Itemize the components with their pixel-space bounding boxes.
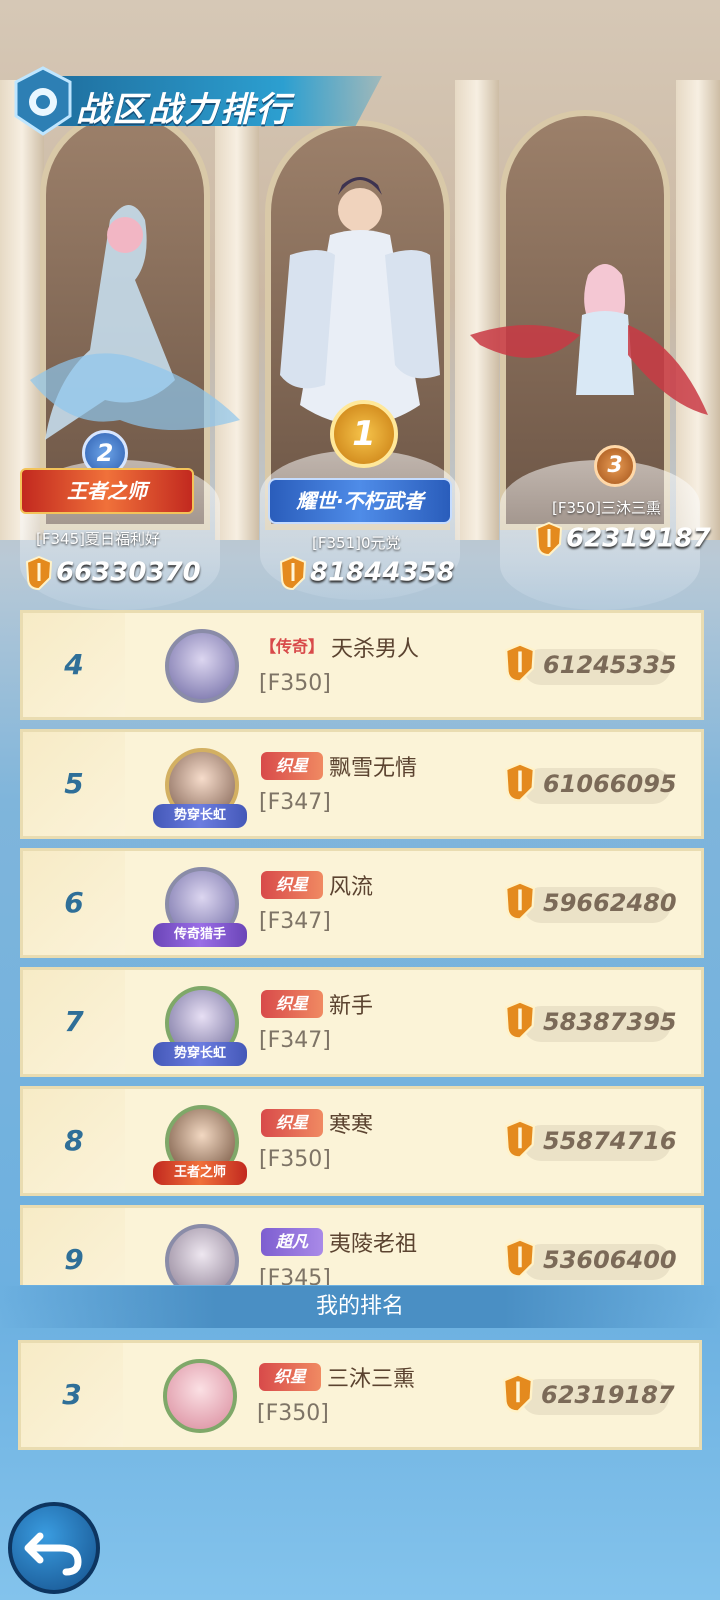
shield-sword-icon bbox=[536, 522, 562, 556]
server-tag: [F350] bbox=[259, 1147, 331, 1172]
score-value: 58387395 bbox=[543, 1008, 677, 1036]
my-rank-header: 我的排名 bbox=[0, 1286, 720, 1328]
title-badge: 织星 bbox=[261, 871, 323, 899]
shield-sword-icon bbox=[505, 643, 535, 683]
shield-sword-icon bbox=[26, 556, 52, 590]
server-tag: [F350] bbox=[259, 671, 331, 696]
title-badge: 织星 bbox=[261, 1109, 323, 1137]
rank-number: 9 bbox=[64, 1243, 84, 1276]
rank-number: 4 bbox=[64, 648, 84, 681]
rank-medal-1: 1 bbox=[330, 400, 398, 468]
server-tag: [F350] bbox=[257, 1401, 329, 1426]
podium-title-banner-1: 耀世·不朽武者 bbox=[268, 478, 452, 524]
shield-sword-icon bbox=[505, 762, 535, 802]
avatar-frame-label: 传奇猎手 bbox=[153, 923, 247, 947]
player-name: 天杀男人 bbox=[331, 637, 420, 662]
podium-title-banner-2: 王者之师 bbox=[20, 468, 194, 514]
podium-name-2: [F345]夏日福利好 bbox=[36, 530, 160, 548]
list-item[interactable]: 4 【传奇】 天杀男人 [F350] 61245335 bbox=[20, 610, 704, 720]
score-value: 59662480 bbox=[543, 889, 677, 917]
server-tag: [F345] bbox=[259, 1266, 331, 1285]
title-badge: 织星 bbox=[261, 752, 323, 780]
server-tag: [F347] bbox=[259, 909, 331, 934]
player-name: 新手 bbox=[329, 994, 374, 1019]
player-name: 三沐三熏 bbox=[327, 1367, 416, 1392]
avatar-frame-label: 王者之师 bbox=[153, 1161, 247, 1185]
list-item[interactable]: 7 势穿长虹 织星 新手 [F347] 58387395 bbox=[20, 967, 704, 1077]
shield-sword-icon bbox=[505, 1238, 535, 1278]
list-item[interactable]: 8 王者之师 织星 寒寒 [F350] 55874716 bbox=[20, 1086, 704, 1196]
server-tag: [F347] bbox=[259, 1028, 331, 1053]
player-name: 风流 bbox=[329, 875, 374, 900]
score-value: 53606400 bbox=[543, 1246, 677, 1274]
shield-sword-icon bbox=[505, 1119, 535, 1159]
character-figure-rank3 bbox=[470, 264, 708, 415]
list-item[interactable]: 5 势穿长虹 织星 飘雪无情 [F347] 61066095 bbox=[20, 729, 704, 839]
title-badge: 织星 bbox=[261, 990, 323, 1018]
avatar[interactable] bbox=[163, 1359, 237, 1433]
shield-sword-icon bbox=[505, 1000, 535, 1040]
list-item[interactable]: 9 超凡 夷陵老祖 [F345] 53606400 bbox=[20, 1205, 704, 1285]
ranking-list[interactable]: 4 【传奇】 天杀男人 [F350] 61245335 5 势穿长虹 织星 飘雪… bbox=[20, 610, 704, 1285]
score-value: 61245335 bbox=[543, 651, 677, 679]
rank-number: 5 bbox=[64, 767, 84, 800]
shield-sword-icon bbox=[280, 556, 306, 590]
podium-score-value-2: 66330370 bbox=[56, 557, 201, 588]
score-value: 55874716 bbox=[543, 1127, 677, 1155]
podium-score-value-1: 81844358 bbox=[310, 557, 455, 588]
title-badge: 【传奇】 bbox=[259, 637, 324, 656]
podium-score-1: 81844358 bbox=[280, 556, 455, 590]
podium-score-2: 66330370 bbox=[26, 556, 201, 590]
avatar-frame-label: 势穿长虹 bbox=[153, 804, 247, 828]
player-name: 飘雪无情 bbox=[329, 756, 418, 781]
score-value: 61066095 bbox=[543, 770, 677, 798]
page-title: 战区战力排行 bbox=[76, 90, 292, 130]
player-name: 夷陵老祖 bbox=[329, 1232, 418, 1257]
character-figure-rank2 bbox=[30, 205, 240, 440]
shield-sword-icon bbox=[505, 881, 535, 921]
page-title-bar: 战区战力排行 bbox=[12, 66, 382, 138]
crest-icon bbox=[14, 66, 72, 136]
list-item[interactable]: 6 传奇猎手 织星 风流 [F347] 59662480 bbox=[20, 848, 704, 958]
title-badge: 超凡 bbox=[261, 1228, 323, 1256]
avatar[interactable] bbox=[165, 1224, 239, 1285]
my-rank-row[interactable]: 3 织星 三沐三熏 [F350] 62319187 bbox=[18, 1340, 702, 1450]
podium-score-value-3: 62319187 bbox=[566, 523, 711, 554]
rank-number: 8 bbox=[64, 1124, 84, 1157]
podium-name-1: [F351]0元党 bbox=[312, 534, 401, 552]
rank-number: 3 bbox=[62, 1378, 82, 1411]
server-tag: [F347] bbox=[259, 790, 331, 815]
title-badge: 织星 bbox=[259, 1363, 321, 1391]
rank-number: 6 bbox=[64, 886, 84, 919]
score-value: 62319187 bbox=[541, 1381, 675, 1409]
podium-score-3: 62319187 bbox=[536, 522, 711, 556]
shield-sword-icon bbox=[503, 1373, 533, 1413]
rank-medal-3: 3 bbox=[594, 445, 636, 487]
podium-name-3: [F350]三沐三熏 bbox=[552, 499, 661, 517]
back-button[interactable] bbox=[8, 1502, 100, 1594]
avatar[interactable] bbox=[165, 629, 239, 703]
back-arrow-icon bbox=[24, 1532, 82, 1576]
player-name: 寒寒 bbox=[329, 1113, 374, 1138]
rank-number: 7 bbox=[64, 1005, 84, 1038]
avatar-frame-label: 势穿长虹 bbox=[153, 1042, 247, 1066]
